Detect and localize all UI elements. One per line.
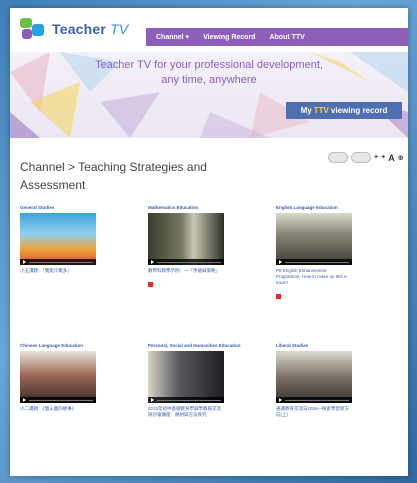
tagline-line2: any time, anywhere — [161, 74, 257, 86]
font-tools: + + A ⊕ — [328, 152, 404, 163]
video-card[interactable]: General Studies 小五課題：「我能冷無多」 — [20, 205, 130, 274]
video-category[interactable]: Chinese Language Education — [20, 343, 130, 349]
logo-text: Teacher TV — [52, 21, 128, 37]
video-category[interactable]: General Studies — [20, 205, 130, 211]
font-plus[interactable]: + — [374, 154, 378, 161]
video-controls[interactable] — [20, 259, 96, 265]
video-category[interactable]: Liberal Studies — [276, 343, 386, 349]
video-category[interactable]: Mathematics Education — [148, 205, 258, 211]
play-icon[interactable] — [279, 398, 282, 402]
video-card[interactable]: Mathematics Education 數學科教學示例：一「矛盾與策略」 — [148, 205, 258, 292]
play-icon[interactable] — [151, 398, 154, 402]
video-card[interactable]: Chinese Language Education 小二課題：《螢火蟲的故事》 — [20, 343, 130, 412]
font-minus[interactable]: + — [381, 154, 385, 161]
nav-viewing-record[interactable]: Viewing Record — [203, 34, 255, 41]
play-icon[interactable] — [279, 260, 282, 264]
record-prefix: My — [300, 106, 312, 115]
record-ttv: TTV — [313, 106, 329, 115]
video-title[interactable]: P6 English Enhancement Programme: How to… — [276, 268, 352, 286]
video-thumbnail[interactable] — [148, 213, 224, 265]
nav-channel[interactable]: Channel ▾ — [156, 33, 189, 41]
video-thumbnail[interactable] — [20, 351, 96, 403]
toggle-pill-2[interactable] — [351, 152, 371, 163]
tagline: Teacher TV for your professional develop… — [10, 58, 408, 88]
play-icon[interactable] — [23, 398, 26, 402]
video-controls[interactable] — [148, 397, 224, 403]
page: Teacher TV Channel ▾ Viewing Record Abou… — [10, 8, 408, 476]
video-controls[interactable] — [276, 259, 352, 265]
video-thumbnail[interactable] — [20, 213, 96, 265]
video-title[interactable]: 2015年初中基礎教育學與學教與交流研討會講座：題材與方法探究 — [148, 406, 224, 418]
video-thumbnail[interactable] — [148, 351, 224, 403]
video-title[interactable]: 數學科教學示例：一「矛盾與策略」 — [148, 268, 224, 274]
nav-about[interactable]: About TTV — [269, 34, 304, 41]
pdf-icon[interactable] — [148, 282, 153, 287]
video-thumbnail[interactable] — [276, 351, 352, 403]
title-row: Channel > Teaching Strategies and Assess… — [10, 152, 408, 200]
video-category[interactable]: English Language Education — [276, 205, 386, 211]
tagline-line1: Teacher TV for your professional develop… — [95, 59, 323, 71]
toggle-pill-1[interactable] — [328, 152, 348, 163]
settings-icon[interactable]: ⊕ — [398, 154, 404, 162]
video-card[interactable]: Personal, Social and Humanities Educatio… — [148, 343, 258, 418]
video-thumbnail[interactable] — [276, 213, 352, 265]
viewing-record-button[interactable]: My TTV viewing record — [286, 102, 402, 119]
video-card[interactable]: English Language Education P6 English En… — [276, 205, 386, 304]
banner: Teacher TV for your professional develop… — [10, 52, 408, 138]
logo-name-b: TV — [110, 21, 129, 37]
logo-icon — [20, 18, 46, 40]
main-nav: Channel ▾ Viewing Record About TTV — [146, 28, 408, 46]
video-card[interactable]: Liberal Studies 通識教育交流日2016—探索學習新方向(上) — [276, 343, 386, 418]
video-category[interactable]: Personal, Social and Humanities Educatio… — [148, 343, 258, 349]
video-controls[interactable] — [276, 397, 352, 403]
video-controls[interactable] — [20, 397, 96, 403]
logo-name-a: Teacher — [52, 21, 107, 37]
video-controls[interactable] — [148, 259, 224, 265]
logo[interactable]: Teacher TV — [20, 18, 128, 40]
record-suffix: viewing record — [330, 106, 388, 115]
header: Teacher TV Channel ▾ Viewing Record Abou… — [10, 8, 408, 52]
video-title[interactable]: 小二課題：《螢火蟲的故事》 — [20, 406, 96, 412]
video-title[interactable]: 通識教育交流日2016—探索學習新方向(上) — [276, 406, 352, 418]
video-title[interactable]: 小五課題：「我能冷無多」 — [20, 268, 96, 274]
font-large[interactable]: A — [388, 153, 395, 163]
play-icon[interactable] — [23, 260, 26, 264]
pdf-icon[interactable] — [276, 294, 281, 299]
play-icon[interactable] — [151, 260, 154, 264]
breadcrumb: Channel > Teaching Strategies and Assess… — [20, 160, 207, 192]
